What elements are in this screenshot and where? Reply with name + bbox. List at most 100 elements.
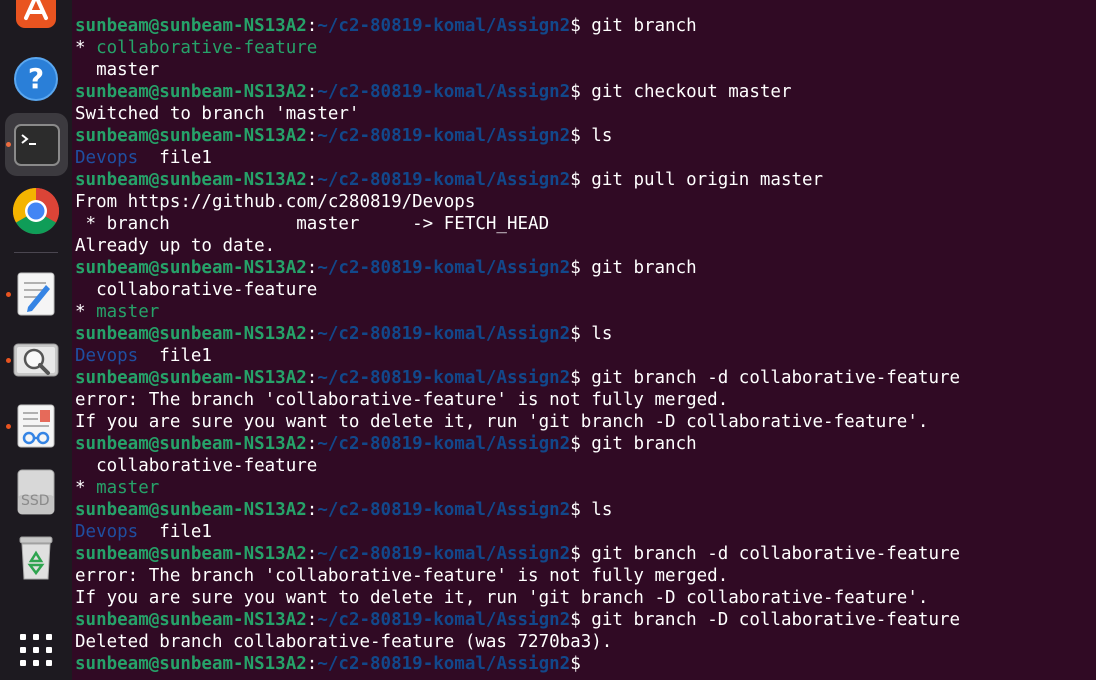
prompt-separator: : — [306, 368, 318, 388]
prompt-symbol: $ — [570, 126, 581, 146]
command-text: git branch -D collaborative-feature — [580, 610, 961, 630]
prompt-symbol: $ — [570, 654, 581, 674]
prompt-user: sunbeam@sunbeam-NS13A2 — [75, 126, 307, 146]
output-text: * — [75, 38, 97, 58]
terminal-output[interactable]: sunbeam@sunbeam-NS13A2:~/c2-80819-komal/… — [75, 15, 1090, 675]
terminal-output-line: Deleted branch collaborative-feature (wa… — [75, 631, 1090, 653]
output-text: error: The branch 'collaborative-feature… — [75, 566, 729, 586]
prompt-separator: : — [306, 82, 318, 102]
terminal-output-line: collaborative-feature — [75, 455, 1090, 477]
terminal-prompt-line: sunbeam@sunbeam-NS13A2:~/c2-80819-komal/… — [75, 653, 1090, 675]
prompt-path: ~/c2-80819-komal/Assign2 — [317, 258, 571, 278]
terminal-output-line: * master — [75, 301, 1090, 323]
terminal-output-line: Already up to date. — [75, 235, 1090, 257]
dock-item-text-editor[interactable] — [12, 270, 60, 318]
dock-item-app-center[interactable] — [12, 0, 60, 32]
chrome-icon — [12, 187, 60, 235]
output-text: collaborative-feature — [75, 456, 318, 476]
terminal-prompt-line: sunbeam@sunbeam-NS13A2:~/c2-80819-komal/… — [75, 543, 1090, 565]
text-editor-icon — [17, 272, 55, 316]
prompt-separator: : — [306, 126, 318, 146]
command-text: git checkout master — [580, 82, 792, 102]
output-text: * — [75, 478, 97, 498]
prompt-user: sunbeam@sunbeam-NS13A2 — [75, 544, 307, 564]
prompt-user: sunbeam@sunbeam-NS13A2 — [75, 82, 307, 102]
prompt-path: ~/c2-80819-komal/Assign2 — [317, 434, 571, 454]
output-text: master — [75, 60, 160, 80]
prompt-user: sunbeam@sunbeam-NS13A2 — [75, 324, 307, 344]
prompt-user: sunbeam@sunbeam-NS13A2 — [75, 500, 307, 520]
terminal-output-line: Devops file1 — [75, 147, 1090, 169]
prompt-path: ~/c2-80819-komal/Assign2 — [317, 654, 571, 674]
terminal-output-line: * collaborative-feature — [75, 37, 1090, 59]
prompt-separator: : — [306, 170, 318, 190]
app-center-icon — [16, 0, 56, 28]
svg-text:?: ? — [28, 62, 44, 95]
prompt-user: sunbeam@sunbeam-NS13A2 — [75, 258, 307, 278]
prompt-user: sunbeam@sunbeam-NS13A2 — [75, 610, 307, 630]
current-branch: master — [96, 302, 160, 322]
terminal-output-line: From https://github.com/c280819/Devops — [75, 191, 1090, 213]
terminal-output-line: error: The branch 'collaborative-feature… — [75, 389, 1090, 411]
prompt-path: ~/c2-80819-komal/Assign2 — [317, 82, 571, 102]
prompt-separator: : — [306, 258, 318, 278]
prompt-user: sunbeam@sunbeam-NS13A2 — [75, 654, 307, 674]
dock-item-chrome[interactable] — [12, 187, 60, 235]
image-viewer-icon — [13, 343, 59, 377]
terminal-prompt-line: sunbeam@sunbeam-NS13A2:~/c2-80819-komal/… — [75, 169, 1090, 191]
prompt-user: sunbeam@sunbeam-NS13A2 — [75, 170, 307, 190]
dock-item-show-apps[interactable] — [12, 626, 60, 674]
prompt-path: ~/c2-80819-komal/Assign2 — [317, 126, 571, 146]
prompt-path: ~/c2-80819-komal/Assign2 — [317, 368, 571, 388]
dock-item-document-viewer[interactable] — [12, 402, 60, 450]
output-text: If you are sure you want to delete it, r… — [75, 412, 929, 432]
terminal-prompt-line: sunbeam@sunbeam-NS13A2:~/c2-80819-komal/… — [75, 125, 1090, 147]
terminal-output-line: master — [75, 59, 1090, 81]
current-branch: collaborative-feature — [96, 38, 318, 58]
terminal-prompt-line: sunbeam@sunbeam-NS13A2:~/c2-80819-komal/… — [75, 323, 1090, 345]
terminal-output-line: Devops file1 — [75, 345, 1090, 367]
output-text: collaborative-feature — [75, 280, 318, 300]
prompt-symbol: $ — [570, 610, 581, 630]
prompt-path: ~/c2-80819-komal/Assign2 — [317, 324, 571, 344]
dock-item-ssd-drive[interactable]: SSD — [12, 468, 60, 516]
prompt-symbol: $ — [570, 258, 581, 278]
terminal-output-line: * master — [75, 477, 1090, 499]
app-grid-icon — [20, 634, 52, 666]
prompt-separator: : — [306, 324, 318, 344]
output-text: error: The branch 'collaborative-feature… — [75, 390, 729, 410]
command-text: git pull origin master — [580, 170, 824, 190]
prompt-symbol: $ — [570, 434, 581, 454]
prompt-separator: : — [306, 500, 318, 520]
output-text: file1 — [138, 148, 212, 168]
directory-entry: Devops — [75, 148, 139, 168]
prompt-user: sunbeam@sunbeam-NS13A2 — [75, 434, 307, 454]
terminal-output-line: Switched to branch 'master' — [75, 103, 1090, 125]
prompt-path: ~/c2-80819-komal/Assign2 — [317, 170, 571, 190]
output-text: Already up to date. — [75, 236, 276, 256]
dock-item-terminal[interactable] — [5, 113, 68, 176]
terminal-output-line: * branch master -> FETCH_HEAD — [75, 213, 1090, 235]
command-text: git branch -d collaborative-feature — [580, 544, 961, 564]
document-viewer-icon — [17, 404, 55, 448]
command-text: git branch -d collaborative-feature — [580, 368, 961, 388]
command-text: git branch — [580, 16, 697, 36]
current-branch: master — [96, 478, 160, 498]
document-viewer-running-indicator — [6, 424, 11, 429]
terminal-output-line: error: The branch 'collaborative-feature… — [75, 565, 1090, 587]
dock-item-trash[interactable] — [12, 534, 60, 582]
output-text: Deleted branch collaborative-feature (wa… — [75, 632, 613, 652]
dock-item-help[interactable]: ? — [12, 55, 60, 103]
prompt-separator: : — [306, 610, 318, 630]
prompt-symbol: $ — [570, 16, 581, 36]
terminal-prompt-line: sunbeam@sunbeam-NS13A2:~/c2-80819-komal/… — [75, 257, 1090, 279]
terminal-prompt-line: sunbeam@sunbeam-NS13A2:~/c2-80819-komal/… — [75, 15, 1090, 37]
terminal-output-line: If you are sure you want to delete it, r… — [75, 411, 1090, 433]
terminal-output-line: If you are sure you want to delete it, r… — [75, 587, 1090, 609]
command-text: ls — [580, 126, 613, 146]
dock-item-image-viewer[interactable] — [12, 336, 60, 384]
prompt-separator: : — [306, 654, 318, 674]
output-text: From https://github.com/c280819/Devops — [75, 192, 476, 212]
prompt-symbol: $ — [570, 368, 581, 388]
command-text: ls — [580, 324, 613, 344]
